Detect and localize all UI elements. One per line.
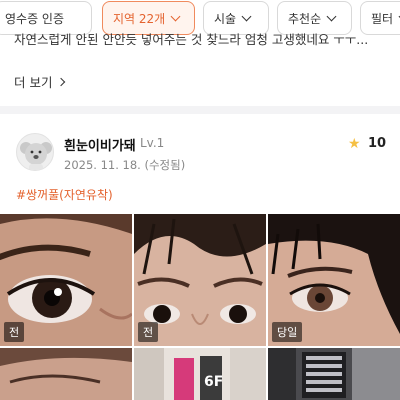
review-photo[interactable]: 전 [134,214,266,346]
eye-photo-icon [0,348,132,400]
filter-label: 영수증 인증 [5,11,65,26]
reviewer-level: Lv.1 [140,136,165,150]
filter-label: 필터 [371,11,394,26]
chevron-down-icon [326,11,337,21]
filter-label: 추천순 [288,11,322,26]
review-date: 2025. 11. 18. (수정됨) [64,158,186,172]
koala-avatar-icon [20,142,52,170]
review-photo[interactable] [0,348,132,400]
photo-badge: 전 [138,322,159,342]
more-label: 더 보기 [14,75,53,90]
review-photo[interactable] [268,348,400,400]
filter-receipt-verified[interactable]: 영수증 인증 [0,1,92,35]
filter-region[interactable]: 지역 22개 [102,1,195,35]
filter-label: 시술 [214,11,237,26]
previous-review-text: 자연스럽게 안된 안안듯 넣어주는 것 찾느라 엄청 고생했네요 ㅜㅜ... [14,32,369,47]
reviewer-nickname[interactable]: 흰눈이비가돼 [64,135,136,154]
photo-badge: 전 [4,322,25,342]
avatar[interactable] [16,133,54,171]
filter-sort[interactable]: 추천순 [277,1,352,35]
chevron-down-icon [241,11,252,21]
chevron-down-icon [170,11,181,21]
review-photo[interactable]: 6F [134,348,266,400]
section-divider [0,106,400,114]
review-rating: 10 [368,136,387,151]
photo-badge: 당일 [272,322,303,342]
more-button[interactable]: 더 보기 [14,72,66,91]
building-signage-photo-icon [268,348,400,400]
procedure-tag[interactable]: #쌍꺼풀(자연유착) [16,186,113,203]
star-icon: ★ [348,136,361,152]
filter-procedure[interactable]: 시술 [203,1,269,35]
filter-more[interactable]: 필터 [360,1,400,35]
review-photo[interactable]: 당일 [268,214,400,346]
review-photo[interactable]: 전 [0,214,132,346]
clinic-photo-icon: 6F [134,348,266,400]
floor-sign-text: 6F [204,374,223,390]
chevron-right-icon [57,77,66,86]
filter-label: 지역 22개 [113,11,166,26]
